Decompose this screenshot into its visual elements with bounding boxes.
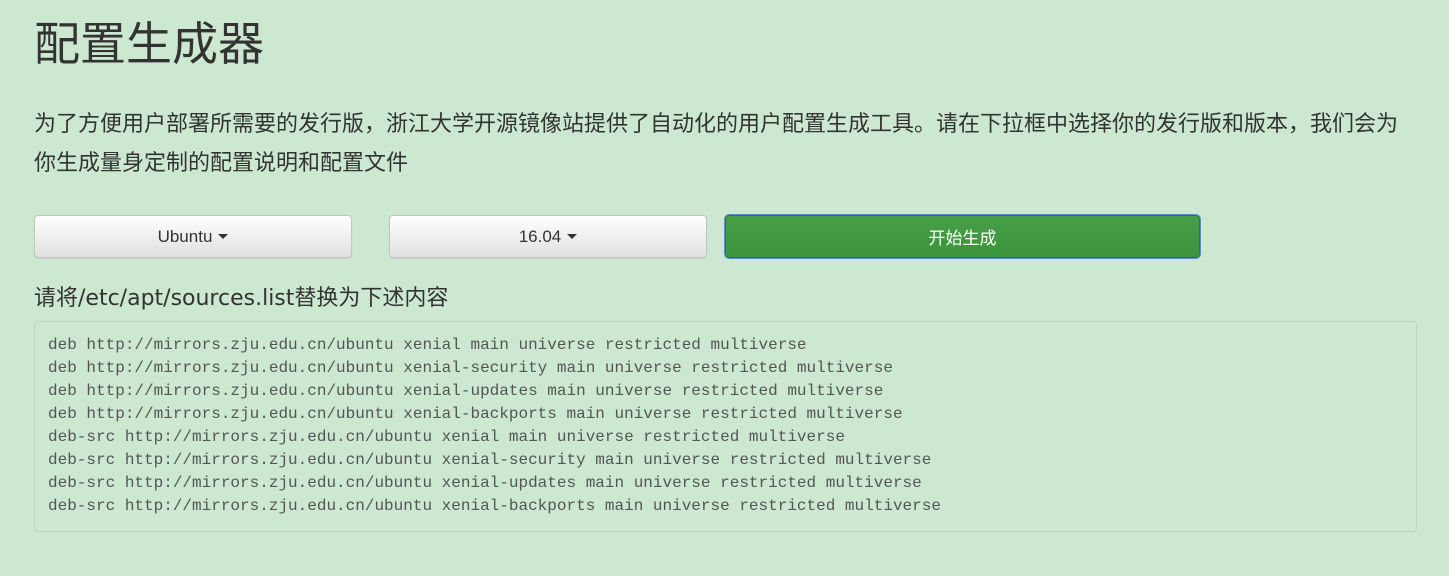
config-line: deb http://mirrors.zju.edu.cn/ubuntu xen…	[48, 336, 807, 354]
generate-button[interactable]: 开始生成	[724, 214, 1201, 259]
generate-button-label: 开始生成	[928, 229, 997, 248]
config-line: deb-src http://mirrors.zju.edu.cn/ubuntu…	[48, 451, 932, 469]
config-line: deb-src http://mirrors.zju.edu.cn/ubuntu…	[48, 474, 922, 492]
config-line: deb-src http://mirrors.zju.edu.cn/ubuntu…	[48, 428, 845, 446]
config-line: deb http://mirrors.zju.edu.cn/ubuntu xen…	[48, 382, 884, 400]
result-instruction: 请将/etc/apt/sources.list替换为下述内容	[34, 286, 449, 311]
config-line: deb http://mirrors.zju.edu.cn/ubuntu xen…	[48, 359, 893, 377]
config-output: deb http://mirrors.zju.edu.cn/ubuntu xen…	[34, 321, 1417, 532]
config-line: deb http://mirrors.zju.edu.cn/ubuntu xen…	[48, 405, 903, 423]
version-dropdown-label: 16.04	[518, 226, 562, 246]
page-title: 配置生成器	[34, 17, 264, 71]
version-dropdown[interactable]: 16.04	[389, 215, 707, 258]
distro-dropdown-label: Ubuntu	[157, 226, 213, 246]
page-description: 为了方便用户部署所需要的发行版，浙江大学开源镜像站提供了自动化的用户配置生成工具…	[34, 112, 1399, 176]
caret-down-icon	[567, 234, 578, 239]
config-line: deb-src http://mirrors.zju.edu.cn/ubuntu…	[48, 497, 941, 515]
generator-controls: Ubuntu 16.04 开始生成	[34, 214, 1204, 259]
distro-dropdown[interactable]: Ubuntu	[34, 215, 352, 258]
caret-down-icon	[218, 234, 229, 239]
